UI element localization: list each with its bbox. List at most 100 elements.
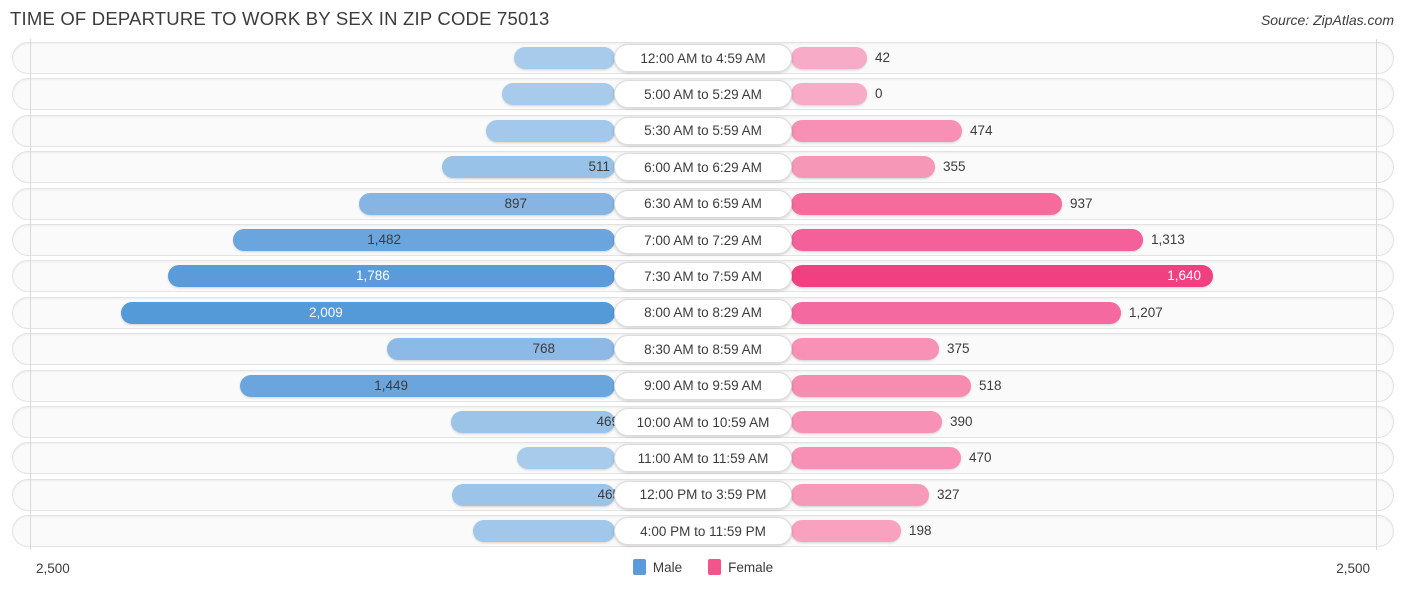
axis-tick-left	[30, 39, 31, 77]
source-attribution: Source: ZipAtlas.com	[1260, 12, 1394, 28]
bar-male[interactable]	[451, 411, 615, 433]
value-label-female: 42	[875, 50, 891, 65]
bar-male[interactable]	[121, 301, 615, 324]
chart-row: 1,449 518 9:00 AM to 9:59 AM	[12, 366, 1394, 405]
value-label-male: 2,009	[309, 304, 343, 320]
bar-female[interactable]	[791, 301, 1121, 324]
value-label-female: 355	[943, 159, 966, 175]
page-title: TIME OF DEPARTURE TO WORK BY SEX IN ZIP …	[10, 8, 550, 29]
value-label-female: 327	[937, 486, 960, 502]
value-label-female: 937	[1070, 195, 1093, 211]
axis-tick-left	[30, 111, 31, 150]
axis-tick-left	[30, 75, 31, 114]
chart-row: 3064745:30 AM to 5:59 AM	[12, 111, 1394, 150]
value-label-female: 474	[970, 122, 993, 138]
bar-male[interactable]	[517, 447, 615, 470]
category-label: 6:30 AM to 6:59 AM	[614, 189, 792, 218]
bar-male[interactable]	[502, 83, 615, 106]
axis-tick-right	[1376, 39, 1377, 77]
category-label: 5:00 AM to 5:29 AM	[614, 80, 792, 109]
axis-tick-right	[1376, 439, 1377, 478]
chart-row: 21805:00 AM to 5:29 AM	[12, 75, 1394, 114]
bar-male[interactable]	[240, 374, 615, 397]
value-label-female: 470	[969, 450, 992, 466]
category-label: 12:00 PM to 3:59 PM	[614, 480, 792, 509]
chart-row: 1594212:00 AM to 4:59 AM	[12, 39, 1394, 77]
axis-tick-left	[30, 184, 31, 223]
axis-tick-left	[30, 221, 31, 259]
axis-tick-right	[1376, 257, 1377, 296]
value-label-female: 375	[947, 341, 970, 357]
value-label-female: 198	[909, 523, 932, 539]
axis-tick-right	[1376, 293, 1377, 332]
value-label-female: 390	[950, 414, 973, 429]
bar-female[interactable]	[791, 374, 971, 397]
bar-male[interactable]	[514, 47, 615, 69]
legend-item-female[interactable]: Female	[708, 559, 773, 575]
chart-header: TIME OF DEPARTURE TO WORK BY SEX IN ZIP …	[0, 0, 1406, 40]
category-label: 6:00 AM to 6:29 AM	[614, 153, 792, 182]
bar-female[interactable]	[791, 119, 962, 142]
axis-tick-left	[30, 366, 31, 405]
bar-female[interactable]	[791, 192, 1062, 215]
chart-row: 3711984:00 PM to 11:59 PM	[12, 512, 1394, 551]
bar-male[interactable]	[168, 265, 615, 288]
category-label: 11:00 AM to 11:59 AM	[614, 444, 792, 473]
legend-item-male[interactable]: Male	[632, 559, 683, 575]
bar-female[interactable]	[791, 265, 1213, 288]
legend-label-female: Female	[728, 559, 774, 575]
bar-female[interactable]	[791, 47, 867, 69]
axis-tick-right	[1376, 184, 1377, 223]
value-label-male: 897	[504, 195, 527, 211]
value-label-female: 1,313	[1151, 232, 1185, 247]
chart-row: 2,009 1,207 8:00 AM to 8:29 AM	[12, 293, 1394, 332]
axis-tick-right	[1376, 75, 1377, 114]
legend-swatch-female	[708, 559, 722, 575]
bar-female[interactable]	[791, 447, 961, 470]
bar-male[interactable]	[486, 119, 615, 142]
bar-male[interactable]	[359, 192, 615, 215]
axis-tick-right	[1376, 330, 1377, 369]
bar-male[interactable]	[473, 520, 615, 543]
chart-row: 1,786 1,640 7:30 AM to 7:59 AM	[12, 257, 1394, 296]
category-label: 10:00 AM to 10:59 AM	[614, 408, 792, 436]
axis-tick-right	[1376, 512, 1377, 551]
chart-row: 469 390 10:00 AM to 10:59 AM	[12, 403, 1394, 441]
chart-legend: Male Female	[0, 559, 1406, 575]
axis-tick-left	[30, 330, 31, 369]
category-label: 5:30 AM to 5:59 AM	[614, 116, 792, 145]
bar-male[interactable]	[387, 338, 615, 361]
value-label-female: 518	[979, 377, 1002, 393]
axis-tick-right	[1376, 111, 1377, 150]
value-label-male: 1,449	[374, 377, 408, 393]
axis-tick-left	[30, 475, 31, 514]
bar-female[interactable]	[791, 338, 939, 361]
legend-swatch-male	[632, 559, 646, 575]
value-label-female: 1,207	[1129, 304, 1163, 320]
bar-female[interactable]	[791, 411, 942, 433]
category-label: 7:00 AM to 7:29 AM	[614, 226, 792, 254]
chart-row: 1,482 1,313 7:00 AM to 7:29 AM	[12, 221, 1394, 259]
category-label: 8:00 AM to 8:29 AM	[614, 298, 792, 327]
bar-female[interactable]	[791, 483, 929, 506]
chart-row: 465 327 12:00 PM to 3:59 PM	[12, 475, 1394, 514]
axis-tick-left	[30, 148, 31, 187]
value-label-female: 0	[875, 86, 883, 102]
value-label-female: 1,640	[1167, 268, 1201, 284]
bar-male[interactable]	[233, 229, 615, 251]
axis-tick-right	[1376, 221, 1377, 259]
bar-female[interactable]	[791, 156, 935, 179]
bar-female[interactable]	[791, 520, 901, 543]
axis-tick-left	[30, 403, 31, 441]
axis-tick-right	[1376, 148, 1377, 187]
legend-label-male: Male	[652, 559, 683, 575]
bar-female[interactable]	[791, 229, 1143, 251]
axis-tick-left	[30, 512, 31, 551]
bar-female[interactable]	[791, 83, 867, 106]
chart-row: 511 355 6:00 AM to 6:29 AM	[12, 148, 1394, 187]
category-label: 12:00 AM to 4:59 AM	[614, 44, 792, 72]
axis-tick-right	[1376, 366, 1377, 405]
bar-male[interactable]	[452, 483, 615, 506]
category-label: 9:00 AM to 9:59 AM	[614, 371, 792, 400]
value-label-male: 1,482	[367, 232, 401, 247]
